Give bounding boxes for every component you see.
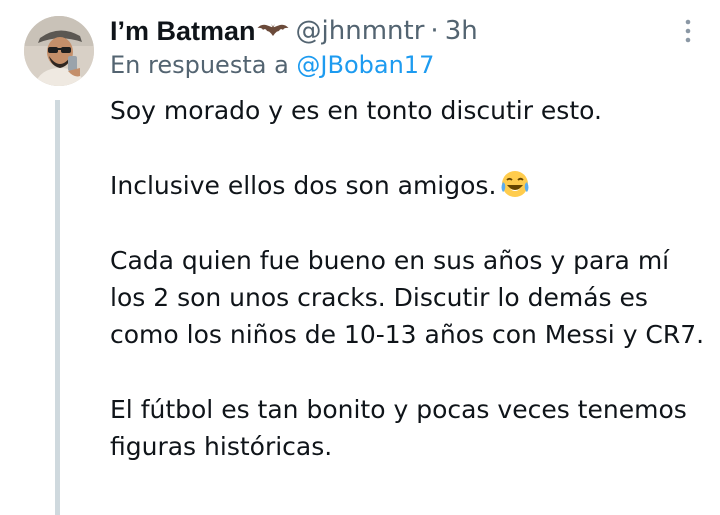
tweet-text: Soy morado y es en tonto discutir esto. …	[110, 92, 705, 465]
author-display-name[interactable]: I’m Batman	[110, 16, 256, 47]
tweet-paragraph-4: El fútbol es tan bonito y pocas veces te…	[110, 395, 687, 461]
author-handle[interactable]: @jhnmntr	[296, 16, 425, 46]
tweet-paragraph-1: Soy morado y es en tonto discutir esto.	[110, 96, 602, 125]
tweet-header: I’m Batman @jhnmntr · 3h	[110, 14, 478, 48]
reply-mention-link[interactable]: @JBoban17	[296, 51, 434, 79]
avatar-column	[24, 16, 96, 515]
separator-dot: ·	[430, 16, 439, 46]
bat-icon	[257, 21, 289, 41]
reply-prefix: En respuesta a	[110, 51, 289, 79]
tweet[interactable]: I’m Batman @jhnmntr · 3h En respuesta a …	[0, 0, 720, 515]
tweet-paragraph-2: Inclusive ellos dos son amigos.	[110, 167, 705, 204]
avatar[interactable]	[24, 16, 94, 86]
timestamp[interactable]: 3h	[445, 16, 478, 46]
reply-context: En respuesta a @JBoban17	[110, 51, 434, 79]
avatar-photo-icon	[24, 16, 94, 86]
laughing-crying-emoji-icon	[500, 169, 530, 199]
thread-line	[55, 100, 60, 515]
more-vertical-icon[interactable]	[682, 18, 694, 44]
tweet-paragraph-3: Cada quien fue bueno en sus años y para …	[110, 246, 705, 349]
tweet-paragraph-2-text: Inclusive ellos dos son amigos.	[110, 171, 497, 200]
